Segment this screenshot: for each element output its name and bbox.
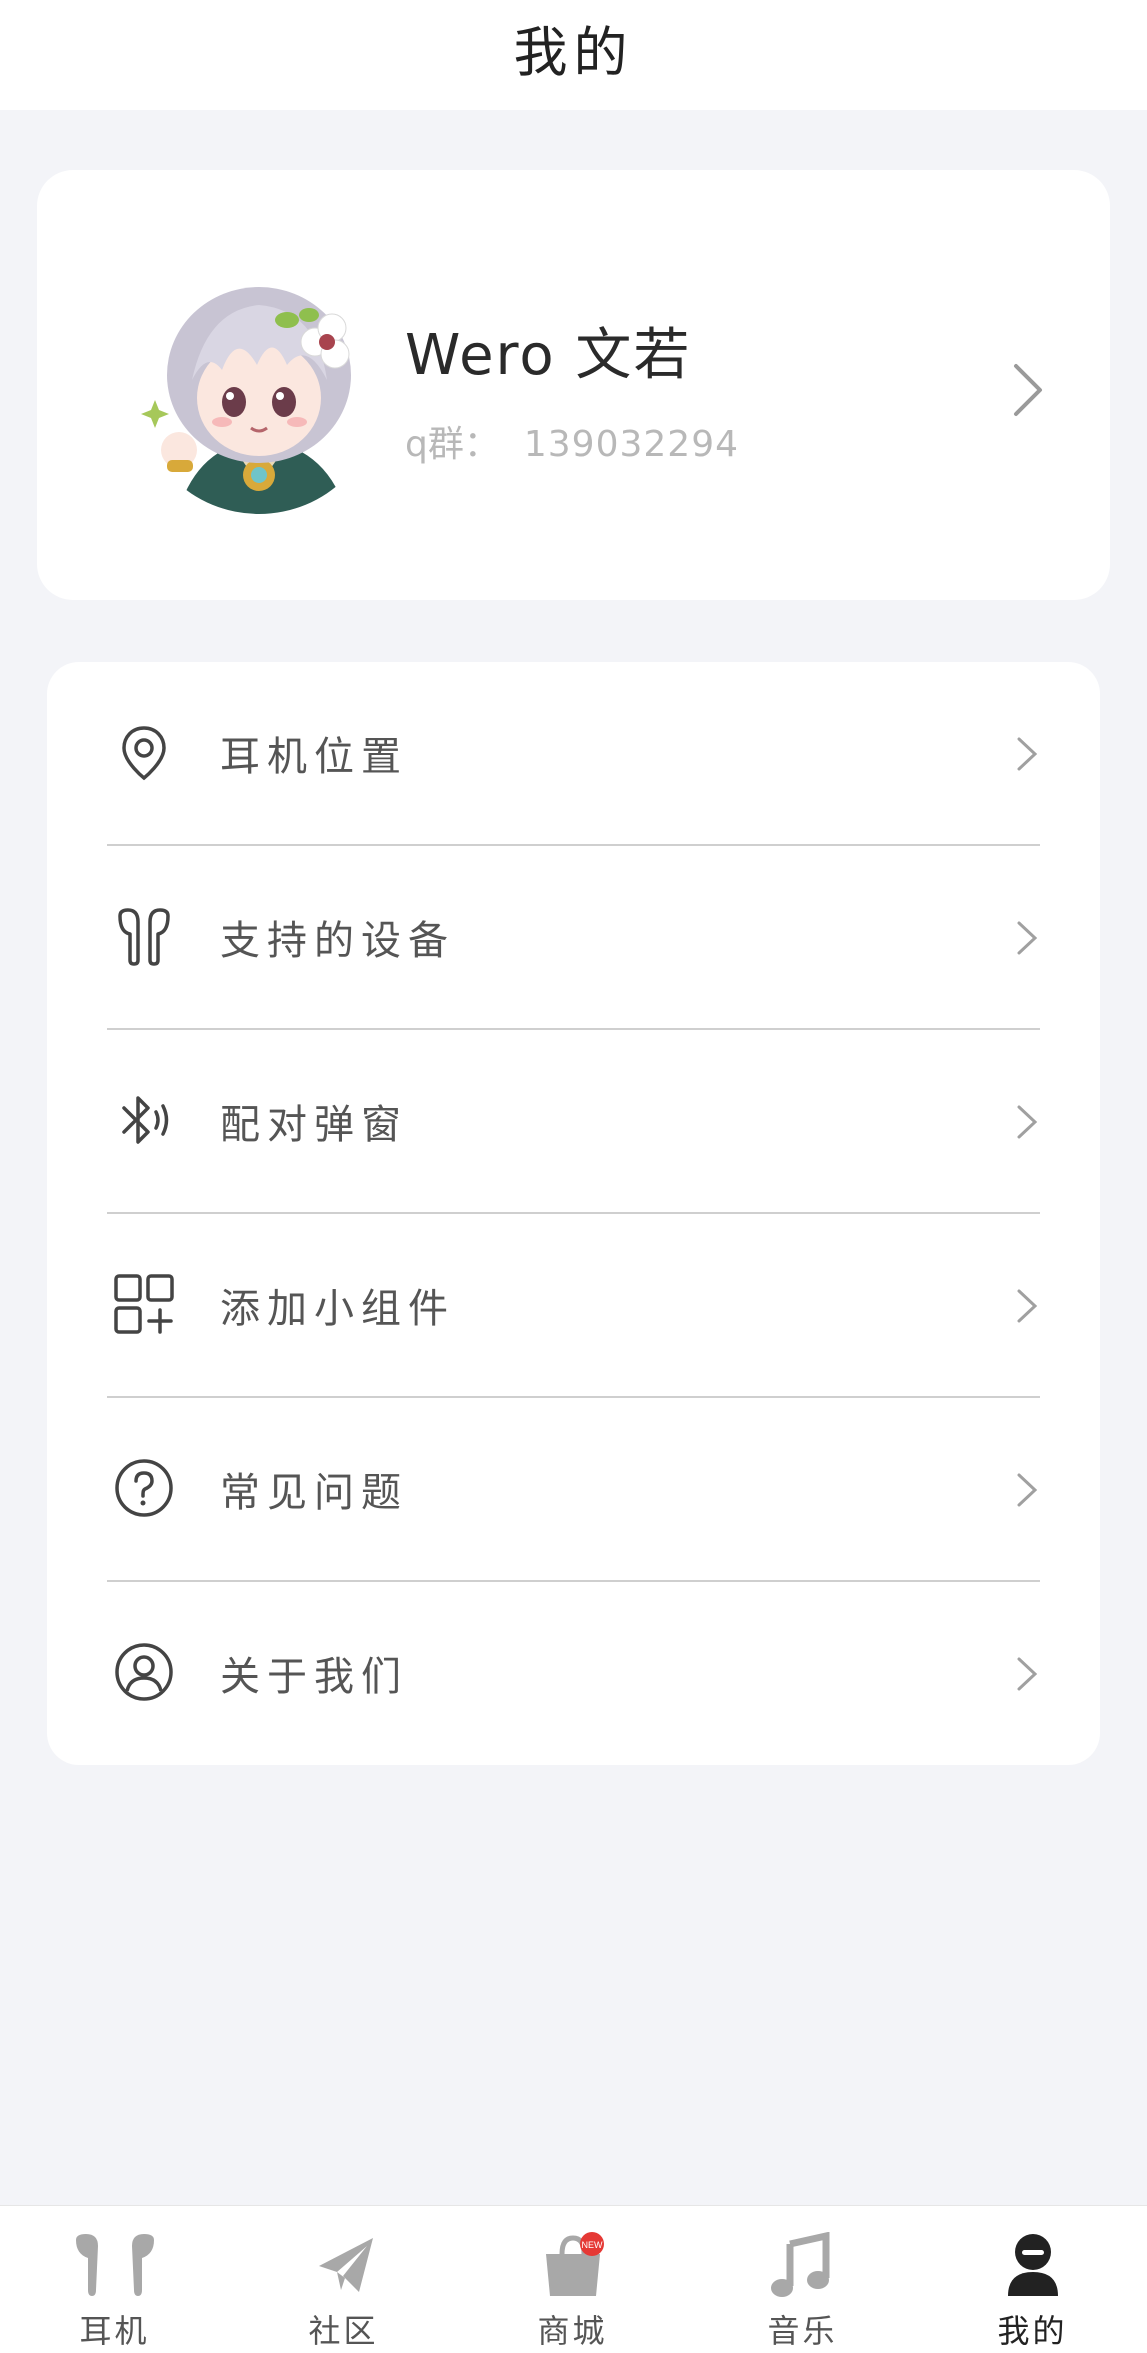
profile-card[interactable]: Wero 文若 q群： 139032294 [37, 170, 1110, 600]
settings-menu: 耳机位置 支持的设备 配对弹窗 添加小组件 常见问题 关于我们 [47, 662, 1100, 1765]
menu-item-pairing-popup[interactable]: 配对弹窗 [47, 1030, 1100, 1214]
tab-music[interactable]: 音乐 [688, 2206, 917, 2353]
profile-name: Wero 文若 [405, 323, 692, 388]
top-header: 我的 [0, 0, 1147, 110]
tab-label: 我的 [997, 2312, 1068, 2350]
avatar[interactable] [137, 270, 382, 515]
chevron-right-icon [1017, 737, 1038, 771]
menu-item-supported-devices[interactable]: 支持的设备 [47, 846, 1100, 1030]
bottom-tab-bar: 耳机 社区 NEW 商城 音乐 我的 [0, 2205, 1147, 2353]
menu-item-label: 耳机位置 [220, 734, 408, 780]
menu-item-add-widget[interactable]: 添加小组件 [47, 1214, 1100, 1398]
tab-label: 社区 [308, 2312, 379, 2350]
user-circle-icon [115, 1643, 173, 1701]
person-icon [1008, 2234, 1058, 2296]
chevron-right-icon [1017, 1289, 1038, 1323]
chevron-right-icon[interactable] [1008, 360, 1048, 420]
menu-item-faq[interactable]: 常见问题 [47, 1398, 1100, 1582]
qq-label: q群： [405, 424, 500, 465]
chevron-right-icon [1017, 921, 1038, 955]
new-badge-text: NEW [582, 2240, 604, 2250]
tab-profile[interactable]: 我的 [918, 2206, 1147, 2353]
earbuds-icon [118, 908, 170, 966]
menu-item-label: 支持的设备 [220, 918, 455, 964]
help-circle-icon [115, 1459, 173, 1517]
chevron-right-icon [1017, 1473, 1038, 1507]
menu-item-earphone-location[interactable]: 耳机位置 [47, 662, 1100, 846]
tab-label: 耳机 [79, 2312, 150, 2350]
widgets-icon [114, 1274, 174, 1334]
bluetooth-icon [122, 1096, 169, 1144]
tab-label: 商城 [537, 2312, 608, 2350]
location-pin-icon [122, 726, 166, 781]
page-title: 我的 [513, 20, 634, 84]
tab-label: 音乐 [767, 2312, 838, 2350]
qq-value: 139032294 [523, 424, 739, 465]
menu-item-label: 关于我们 [220, 1654, 408, 1700]
profile-qq-group: q群： 139032294 [405, 415, 739, 467]
tab-earphones[interactable]: 耳机 [0, 2206, 229, 2353]
chevron-right-icon [1017, 1105, 1038, 1139]
menu-item-about-us[interactable]: 关于我们 [47, 1582, 1100, 1766]
paper-plane-icon [319, 2238, 373, 2292]
music-note-icon [771, 2232, 830, 2297]
chevron-right-icon [1017, 1657, 1038, 1691]
menu-item-label: 常见问题 [220, 1470, 408, 1516]
tab-community[interactable]: 社区 [229, 2206, 458, 2353]
menu-item-label: 配对弹窗 [220, 1102, 408, 1148]
menu-item-label: 添加小组件 [220, 1286, 455, 1332]
tab-store[interactable]: NEW 商城 [458, 2206, 687, 2353]
earphones-icon [76, 2234, 154, 2296]
shopping-bag-icon: NEW [546, 2232, 604, 2296]
